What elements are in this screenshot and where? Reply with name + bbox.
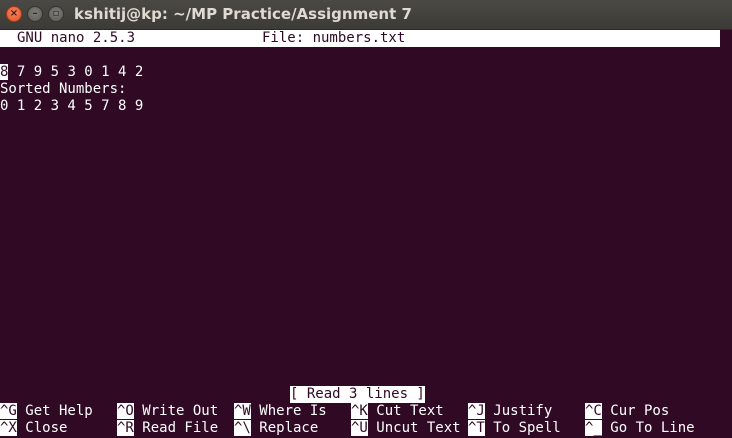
shortcut-label: To Spell [484, 420, 561, 436]
shortcut-label: Go To Line [601, 420, 695, 436]
shortcut-get-help[interactable]: ^G Get Help [0, 403, 93, 420]
shortcut-close[interactable]: ^X Close [0, 420, 67, 437]
status-message: [ Read 3 lines ] [290, 386, 425, 403]
nano-header: GNU nano 2.5.3 File: numbers.txt [0, 30, 720, 47]
line-1-text: 7 9 5 3 0 1 4 2 [8, 64, 144, 80]
line-3-text: 0 1 2 3 4 5 7 8 9 [0, 98, 144, 114]
shortcut-label: Cur Pos [601, 403, 670, 419]
shortcut-to-spell[interactable]: ^T To Spell [468, 420, 561, 437]
shortcut-label: Justify [484, 403, 553, 419]
minimize-icon: – [32, 8, 38, 19]
shortcut-cut-text[interactable]: ^K Cut Text [351, 403, 444, 420]
shortcut-label: Uncut Text [367, 420, 461, 436]
maximize-button[interactable]: ▫ [48, 6, 64, 22]
shortcut-key: ^J [468, 403, 485, 419]
shortcut-label: Write Out [133, 403, 219, 419]
shortcut-write-out[interactable]: ^O Write Out [117, 403, 218, 420]
shortcut-key: ^K [351, 403, 368, 419]
shortcut-label: Replace [250, 420, 319, 436]
shortcut-label: Read File [133, 420, 219, 436]
shortcut-key: ^U [351, 420, 368, 436]
shortcut-label: Get Help [16, 403, 93, 419]
close-icon: × [9, 8, 19, 19]
shortcut-key: ^X [0, 420, 17, 436]
shortcut-justify[interactable]: ^J Justify [468, 403, 552, 420]
shortcut-key: ^G [0, 403, 17, 419]
shortcut-label: Where Is [250, 403, 327, 419]
shortcut-where-is[interactable]: ^W Where Is [234, 403, 327, 420]
maximize-icon: ▫ [52, 8, 60, 19]
editor-line-1[interactable]: 8 7 9 5 3 0 1 4 2 [0, 64, 143, 81]
shortcut-read-file[interactable]: ^R Read File [117, 420, 218, 437]
terminal-window: × – ▫ kshitij@kp: ~/MP Practice/Assignme… [0, 0, 732, 438]
nano-filename: File: numbers.txt [262, 30, 406, 46]
shortcut-key: ^T [468, 420, 485, 436]
shortcut-key: ^_ [585, 420, 602, 436]
shortcut-label: Close [16, 420, 68, 436]
close-button[interactable]: × [6, 6, 22, 22]
shortcut-key: ^C [585, 403, 602, 419]
shortcut-go-to-line[interactable]: ^_ Go To Line [585, 420, 695, 437]
shortcut-replace[interactable]: ^\ Replace [234, 420, 318, 437]
window-title: kshitij@kp: ~/MP Practice/Assignment 7 [74, 5, 412, 23]
line-2-text: Sorted Numbers: [0, 81, 127, 97]
minimize-button[interactable]: – [27, 6, 43, 22]
shortcut-key: ^W [234, 403, 251, 419]
nano-version: GNU nano 2.5.3 [17, 30, 136, 46]
shortcut-key: ^O [117, 403, 134, 419]
shortcut-key: ^R [117, 420, 134, 436]
terminal-area[interactable]: GNU nano 2.5.3 File: numbers.txt 8 7 9 5… [0, 30, 732, 438]
shortcut-key: ^\ [234, 420, 251, 436]
editor-line-2[interactable]: Sorted Numbers: [0, 81, 126, 98]
shortcut-uncut-text[interactable]: ^U Uncut Text [351, 420, 461, 437]
window-titlebar[interactable]: × – ▫ kshitij@kp: ~/MP Practice/Assignme… [0, 0, 732, 30]
shortcut-label: Cut Text [367, 403, 444, 419]
shortcut-cur-pos[interactable]: ^C Cur Pos [585, 403, 669, 420]
editor-line-3[interactable]: 0 1 2 3 4 5 7 8 9 [0, 98, 143, 115]
